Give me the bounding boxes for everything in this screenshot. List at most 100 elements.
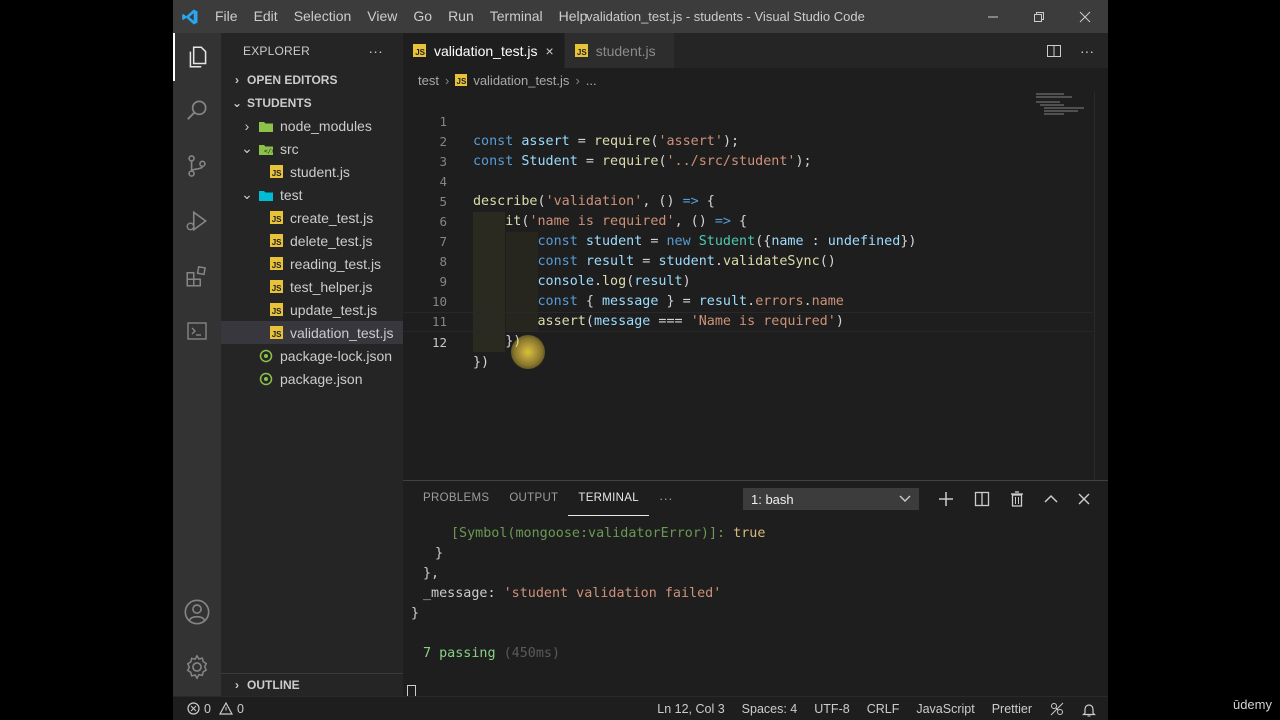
editor-vertical-scrollbar[interactable] <box>1094 92 1108 480</box>
menu-go[interactable]: Go <box>405 0 440 33</box>
panel-actions <box>938 481 1090 516</box>
tree-file-update-test[interactable]: JS update_test.js <box>221 298 403 321</box>
code-line: 6 const student = new Student({name : un… <box>439 214 917 249</box>
tab-output[interactable]: OUTPUT <box>499 481 568 516</box>
tree-folder-node-modules[interactable]: › node_modules <box>221 114 403 137</box>
tree-file-delete-test[interactable]: JS delete_test.js <box>221 229 403 252</box>
account-icon <box>184 599 210 625</box>
outline-section[interactable]: › OUTLINE <box>221 673 403 696</box>
js-file-icon: JS <box>268 164 284 180</box>
status-encoding[interactable]: UTF-8 <box>814 702 849 716</box>
close-panel-icon[interactable] <box>1078 493 1090 505</box>
tree-file-student-js[interactable]: JS student.js <box>221 160 403 183</box>
status-formatter[interactable]: Prettier <box>992 702 1032 716</box>
editor-tab-bar: JS validation_test.js × JS student.js ··… <box>403 33 1108 68</box>
status-indentation[interactable]: Spaces: 4 <box>742 702 798 716</box>
split-terminal-icon[interactable] <box>974 491 990 507</box>
chevron-down-icon: ⌄ <box>231 95 243 110</box>
source-control-activity[interactable] <box>173 142 221 190</box>
folder-open-icon: </> <box>258 141 274 157</box>
sidebar-more-button[interactable]: ··· <box>368 43 383 59</box>
restore-button[interactable] <box>1016 0 1062 33</box>
extensions-activity[interactable] <box>173 252 221 300</box>
tab-problems[interactable]: PROBLEMS <box>413 481 499 516</box>
js-file-icon: JS <box>268 302 284 318</box>
tree-file-package-lock[interactable]: package-lock.json <box>221 344 403 367</box>
close-window-button[interactable] <box>1062 0 1108 33</box>
menu-help[interactable]: Help <box>551 0 596 33</box>
panel-more-button[interactable]: ··· <box>649 481 683 516</box>
search-activity[interactable] <box>173 86 221 134</box>
breadcrumb-more[interactable]: ... <box>586 73 597 88</box>
menu-terminal[interactable]: Terminal <box>482 0 551 33</box>
code-line-current: 12 }) <box>403 312 1093 370</box>
activity-bar <box>173 33 221 696</box>
tab-validation-test[interactable]: JS validation_test.js × <box>403 33 565 68</box>
tree-file-package-json[interactable]: package.json <box>221 367 403 390</box>
minimize-button[interactable] <box>970 0 1016 33</box>
search-icon <box>187 100 207 120</box>
tree-file-create-test[interactable]: JS create_test.js <box>221 206 403 229</box>
manage-activity[interactable] <box>173 643 221 691</box>
title-bar: File Edit Selection View Go Run Terminal… <box>173 0 1108 33</box>
terminal-box-icon <box>187 322 207 340</box>
terminal-output[interactable]: [Symbol(mongoose:validatorError)]: true … <box>407 524 765 704</box>
chevron-up-icon[interactable] <box>1044 494 1058 504</box>
workspace-section[interactable]: ⌄ STUDENTS <box>221 91 403 114</box>
menu-edit[interactable]: Edit <box>246 0 286 33</box>
menu-view[interactable]: View <box>359 0 405 33</box>
tree-file-test-helper[interactable]: JS test_helper.js <box>221 275 403 298</box>
code-line: 7 const result = student.validateSync() <box>439 234 836 269</box>
minimize-icon <box>988 16 998 17</box>
tree-folder-test[interactable]: ⌄ test <box>221 183 403 206</box>
code-line: 2 const Student = require('../src/studen… <box>439 134 812 169</box>
code-line: 10 assert(message === 'Name is required'… <box>431 294 844 329</box>
code-line: 5 it('name is required', () => { <box>439 194 748 229</box>
remote-activity[interactable] <box>173 307 221 355</box>
trash-icon[interactable] <box>1010 490 1024 507</box>
tab-terminal[interactable]: TERMINAL <box>568 481 649 516</box>
tree-folder-src[interactable]: ⌄ </> src <box>221 137 403 160</box>
js-file-icon: JS <box>574 44 588 57</box>
breadcrumb-folder[interactable]: test <box>418 73 439 88</box>
status-eol[interactable]: CRLF <box>867 702 900 716</box>
run-debug-activity[interactable] <box>173 197 221 245</box>
js-file-icon: JS <box>268 256 284 272</box>
chevron-down-icon: ⌄ <box>241 186 253 202</box>
accounts-activity[interactable] <box>173 588 221 636</box>
js-file-icon: JS <box>268 279 284 295</box>
chevron-down-icon <box>899 495 911 502</box>
menu-selection[interactable]: Selection <box>286 0 360 33</box>
menu-run[interactable]: Run <box>440 0 482 33</box>
editor-actions: ··· <box>1046 33 1094 68</box>
new-terminal-icon[interactable] <box>938 491 954 507</box>
js-file-icon: JS <box>455 74 468 86</box>
editor-more-button[interactable]: ··· <box>1080 43 1094 59</box>
split-editor-icon[interactable] <box>1046 43 1062 59</box>
minimap[interactable] <box>1034 92 1094 122</box>
vscode-logo-icon <box>173 0 207 33</box>
menu-file[interactable]: File <box>207 0 246 33</box>
chevron-right-icon: › <box>575 72 580 88</box>
files-icon <box>189 46 207 68</box>
warning-icon <box>218 702 233 715</box>
code-editor[interactable]: 1 const assert = require('assert'); 2 co… <box>403 92 1093 480</box>
window-controls <box>970 0 1108 33</box>
tab-student[interactable]: JS student.js <box>564 33 675 68</box>
feedback-icon[interactable] <box>1049 701 1065 717</box>
js-file-icon: JS <box>268 325 284 341</box>
code-line: 9 const { message } = result.errors.name <box>439 274 844 309</box>
error-icon <box>187 702 200 715</box>
explorer-activity[interactable] <box>173 33 221 81</box>
tab-close-button[interactable]: × <box>546 43 554 59</box>
code-line: 4 describe('validation', () => { <box>439 174 715 209</box>
tree-file-validation-test[interactable]: JS validation_test.js <box>221 321 403 344</box>
breadcrumb-file[interactable]: validation_test.js <box>473 73 569 88</box>
status-cursor-position[interactable]: Ln 12, Col 3 <box>657 702 724 716</box>
tree-file-reading-test[interactable]: JS reading_test.js <box>221 252 403 275</box>
bell-icon[interactable] <box>1082 702 1096 717</box>
status-problems[interactable]: 0 0 <box>173 702 244 716</box>
open-editors-section[interactable]: › OPEN EDITORS <box>221 68 403 91</box>
status-language[interactable]: JavaScript <box>916 702 974 716</box>
terminal-select[interactable]: 1: bash <box>743 488 919 510</box>
